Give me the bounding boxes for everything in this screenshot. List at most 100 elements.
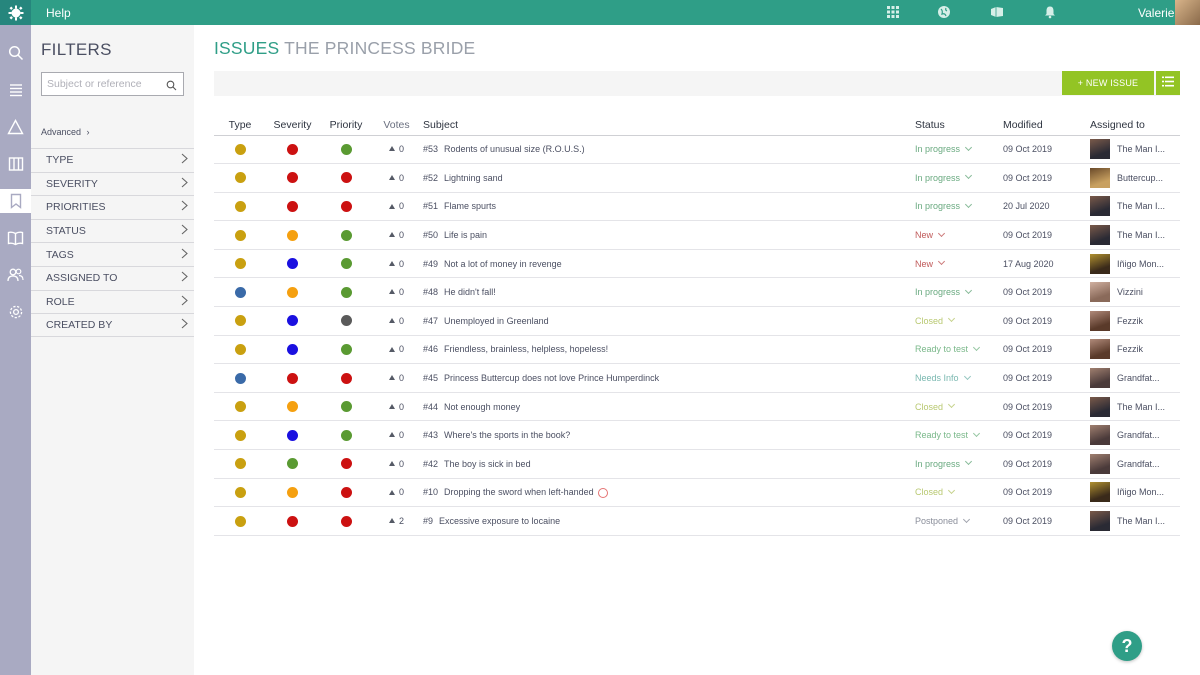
status-cell[interactable]: In progress: [915, 449, 1003, 479]
settings-icon[interactable]: [0, 300, 31, 324]
votes-cell[interactable]: 0: [373, 192, 420, 222]
column-assigned-to[interactable]: Assigned to: [1090, 116, 1180, 136]
severity-indicator[interactable]: [287, 344, 298, 356]
subject-cell[interactable]: #45 Princess Buttercup does not love Prin…: [420, 363, 915, 393]
table-row[interactable]: 0 #53 Rodents of unusual size (R.O.U.S.) In…: [214, 135, 1180, 165]
type-indicator[interactable]: [234, 515, 246, 527]
table-row[interactable]: 0 #45 Princess Buttercup does not love Pri…: [214, 363, 1180, 393]
list-view-button[interactable]: [1156, 71, 1180, 95]
priority-indicator[interactable]: [340, 258, 352, 270]
epics-icon[interactable]: [0, 115, 31, 139]
type-indicator[interactable]: [234, 344, 246, 356]
priority-indicator[interactable]: [340, 344, 352, 356]
assigned-cell[interactable]: Fezzik: [1090, 335, 1180, 365]
column-type[interactable]: Type: [214, 116, 266, 136]
priority-indicator[interactable]: [340, 286, 352, 298]
new-issue-button[interactable]: + NEW ISSUE: [1062, 71, 1154, 95]
filter-type[interactable]: TYPE: [31, 148, 194, 172]
type-indicator[interactable]: [234, 229, 246, 241]
table-row[interactable]: 0 #10 Dropping the sword when left-handed C…: [214, 478, 1180, 508]
assigned-cell[interactable]: The Man I...: [1090, 506, 1180, 536]
type-indicator[interactable]: [234, 458, 246, 470]
votes-cell[interactable]: 0: [373, 220, 420, 250]
assigned-cell[interactable]: Vizzini: [1090, 277, 1180, 308]
status-cell[interactable]: Postponed: [915, 506, 1003, 536]
subject-cell[interactable]: #52 Lightning sand: [420, 163, 915, 193]
priority-indicator[interactable]: [340, 143, 352, 155]
globe-icon[interactable]: [937, 5, 951, 19]
advanced-filters-link[interactable]: Advanced ›: [41, 127, 90, 137]
subject-cell[interactable]: #44 Not enough money: [420, 392, 915, 422]
severity-indicator[interactable]: [287, 315, 298, 327]
priority-indicator[interactable]: [340, 315, 352, 327]
type-indicator[interactable]: [234, 172, 246, 184]
priority-indicator[interactable]: [340, 401, 352, 413]
column-subject[interactable]: Subject: [420, 116, 915, 136]
votes-cell[interactable]: 0: [373, 363, 420, 393]
assigned-cell[interactable]: Fezzik: [1090, 306, 1180, 336]
table-row[interactable]: 0 #52 Lightning sand In progress 09 Oct 2019…: [214, 163, 1180, 193]
filter-priorities[interactable]: PRIORITIES: [31, 195, 194, 219]
status-cell[interactable]: Closed: [915, 306, 1003, 336]
filter-assigned-to[interactable]: ASSIGNED TO: [31, 265, 194, 290]
subject-cell[interactable]: #42 The boy is sick in bed: [420, 449, 915, 479]
issue-subject[interactable]: Dropping the sword when left-handed: [444, 487, 594, 497]
severity-indicator[interactable]: [287, 458, 298, 470]
status-cell[interactable]: Closed: [915, 392, 1003, 422]
filter-role[interactable]: ROLE: [31, 289, 194, 314]
issue-subject[interactable]: Flame spurts: [444, 201, 496, 211]
type-indicator[interactable]: [234, 258, 246, 270]
filter-created-by[interactable]: CREATED BY: [31, 313, 194, 337]
table-row[interactable]: 2 #9 Excessive exposure to locaine Postpone…: [214, 506, 1180, 536]
votes-cell[interactable]: 0: [373, 277, 420, 308]
severity-indicator[interactable]: [287, 258, 298, 270]
status-cell[interactable]: In progress: [915, 192, 1003, 222]
assigned-cell[interactable]: Grandfat...: [1090, 449, 1180, 479]
subject-cell[interactable]: #47 Unemployed in Greenland: [420, 306, 915, 336]
bell-icon[interactable]: [1043, 5, 1057, 19]
severity-indicator[interactable]: [287, 201, 298, 213]
votes-cell[interactable]: 0: [373, 478, 420, 508]
subject-cell[interactable]: #43 Where's the sports in the book?: [420, 420, 915, 451]
votes-cell[interactable]: 2: [373, 506, 420, 536]
user-name[interactable]: Valerie: [1138, 6, 1174, 20]
votes-cell[interactable]: 0: [373, 135, 420, 165]
votes-cell[interactable]: 0: [373, 163, 420, 193]
assigned-cell[interactable]: Grandfat...: [1090, 363, 1180, 393]
column-status[interactable]: Status: [915, 116, 1003, 136]
issue-subject[interactable]: Friendless, brainless, helpless, hopeles…: [444, 344, 608, 354]
issue-subject[interactable]: Princess Buttercup does not love Prince …: [444, 373, 659, 383]
table-row[interactable]: 0 #47 Unemployed in Greenland Closed 09 Oct …: [214, 306, 1180, 336]
issue-subject[interactable]: Rodents of unusual size (R.O.U.S.): [444, 144, 585, 154]
assigned-cell[interactable]: Grandfat...: [1090, 420, 1180, 451]
assigned-cell[interactable]: Iñigo Mon...: [1090, 478, 1180, 508]
type-indicator[interactable]: [234, 143, 246, 155]
issue-subject[interactable]: Life is pain: [444, 230, 487, 240]
user-avatar[interactable]: [1175, 0, 1200, 25]
issue-subject[interactable]: Not a lot of money in revenge: [444, 259, 562, 269]
assigned-cell[interactable]: The Man I...: [1090, 392, 1180, 422]
issue-subject[interactable]: Excessive exposure to locaine: [439, 516, 560, 526]
table-row[interactable]: 0 #48 He didn't fall! In progress 09 Oct 201…: [214, 277, 1180, 308]
issue-subject[interactable]: Lightning sand: [444, 173, 503, 183]
column-severity[interactable]: Severity: [266, 116, 319, 136]
type-indicator[interactable]: [234, 201, 246, 213]
kanban-icon[interactable]: [0, 152, 31, 176]
grid-icon[interactable]: [886, 5, 900, 19]
status-cell[interactable]: New: [915, 249, 1003, 279]
logo-icon[interactable]: [0, 0, 31, 25]
table-row[interactable]: 0 #51 Flame spurts In progress 20 Jul 2020 Th…: [214, 192, 1180, 222]
status-cell[interactable]: Needs Info: [915, 363, 1003, 393]
assigned-cell[interactable]: The Man I...: [1090, 192, 1180, 222]
votes-cell[interactable]: 0: [373, 335, 420, 365]
priority-indicator[interactable]: [340, 201, 352, 213]
severity-indicator[interactable]: [287, 515, 298, 527]
type-indicator[interactable]: [234, 315, 246, 327]
assigned-cell[interactable]: Buttercup...: [1090, 163, 1180, 193]
backlog-icon[interactable]: [0, 78, 31, 102]
filter-severity[interactable]: SEVERITY: [31, 171, 194, 196]
column-priority[interactable]: Priority: [319, 116, 373, 136]
table-row[interactable]: 0 #43 Where's the sports in the book? Ready…: [214, 420, 1180, 451]
projects-icon[interactable]: [990, 5, 1004, 19]
status-cell[interactable]: In progress: [915, 135, 1003, 165]
